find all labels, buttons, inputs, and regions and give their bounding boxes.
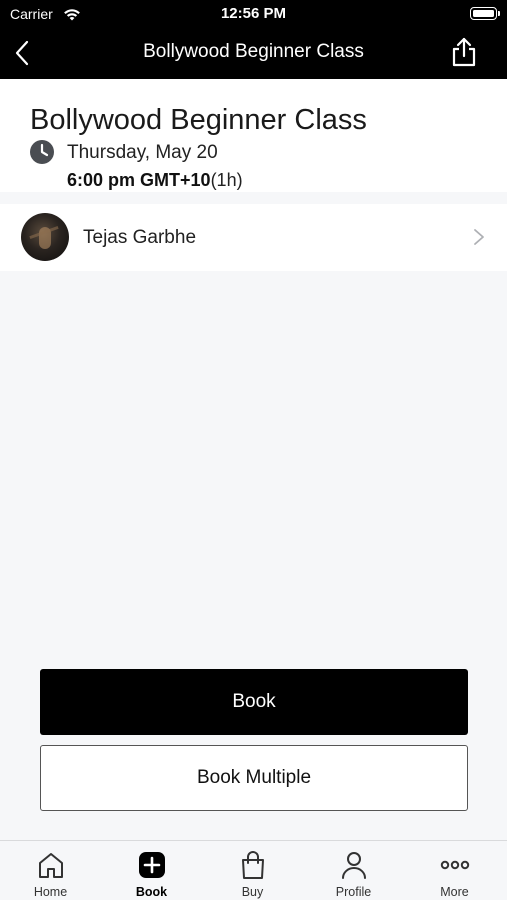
share-icon[interactable] xyxy=(449,36,479,68)
tab-more[interactable]: More xyxy=(404,841,505,900)
tab-label: Profile xyxy=(335,885,372,899)
event-duration: (1h) xyxy=(210,170,243,190)
section-divider xyxy=(0,192,507,204)
clock-icon xyxy=(30,140,54,164)
nav-title: Bollywood Beginner Class xyxy=(143,41,364,62)
tab-book[interactable]: Book xyxy=(101,841,202,900)
tab-label: Book xyxy=(135,885,168,899)
event-header: Bollywood Beginner Class Thursday, May 2… xyxy=(0,79,507,192)
tab-bar: Home Book Buy Profile More xyxy=(0,840,507,900)
more-dots-icon xyxy=(440,860,470,870)
tab-profile[interactable]: Profile xyxy=(303,841,404,900)
event-title: Bollywood Beginner Class xyxy=(30,104,367,136)
tab-buy[interactable]: Buy xyxy=(202,841,303,900)
avatar xyxy=(21,213,69,261)
shopping-bag-icon xyxy=(242,851,264,879)
person-icon xyxy=(342,852,366,879)
plus-square-icon xyxy=(139,852,165,878)
home-icon xyxy=(39,853,63,878)
tab-home[interactable]: Home xyxy=(0,841,101,900)
event-date: Thursday, May 20 xyxy=(67,142,218,163)
tab-label: More xyxy=(440,885,469,899)
chevron-right-icon xyxy=(474,229,484,245)
status-time: 12:56 PM xyxy=(220,5,287,22)
tab-label: Home xyxy=(33,885,68,899)
tab-label: Buy xyxy=(241,885,264,899)
navigation-bar: Bollywood Beginner Class xyxy=(0,28,507,79)
chevron-left-icon[interactable] xyxy=(10,38,38,68)
book-multiple-button[interactable]: Book Multiple xyxy=(40,745,468,811)
status-bar: Carrier 12:56 PM xyxy=(0,0,507,28)
battery-icon xyxy=(470,7,500,20)
event-start-time: 6:00 pm GMT+10 xyxy=(67,170,211,190)
book-button[interactable]: Book xyxy=(40,669,468,735)
event-time-row: 6:00 pm GMT+10(1h) xyxy=(67,170,243,191)
instructor-row[interactable]: Tejas Garbhe xyxy=(0,204,507,271)
instructor-name: Tejas Garbhe xyxy=(83,227,197,248)
screen: Carrier 12:56 PM Bollywood Beginner Clas… xyxy=(0,0,507,900)
